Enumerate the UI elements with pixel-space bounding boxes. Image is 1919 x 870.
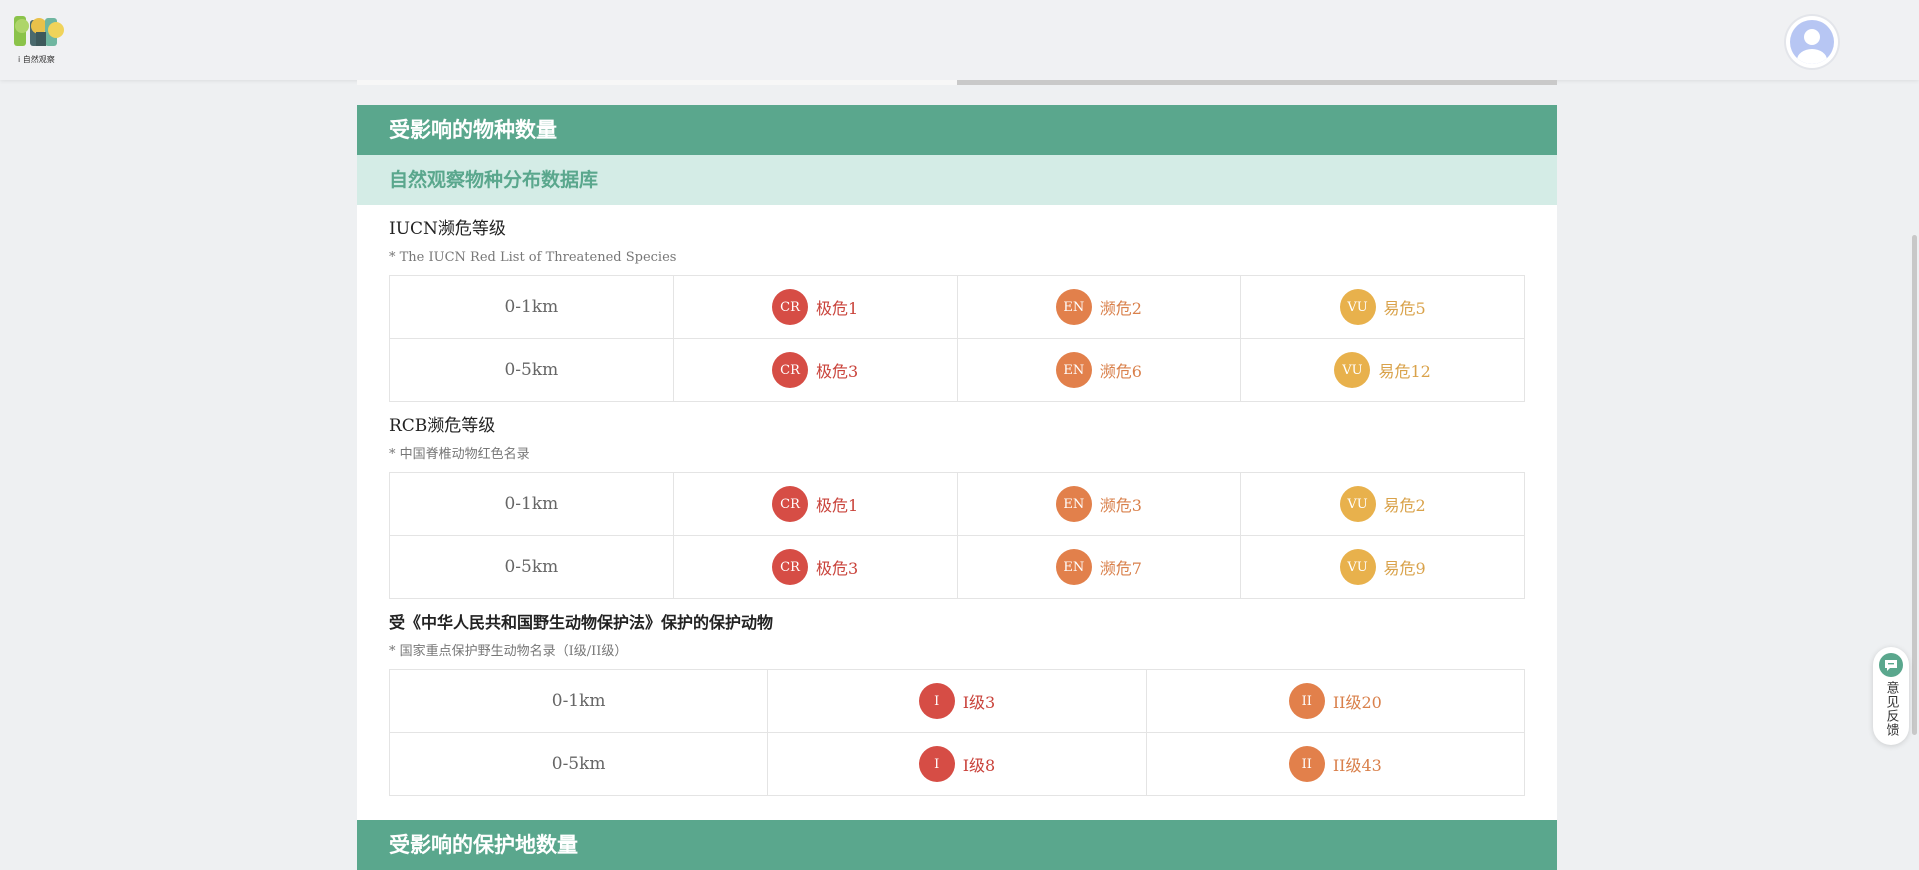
vu-badge: VU [1339, 289, 1376, 325]
vu-count: 易危2 [1383, 496, 1426, 515]
cr-count-cell[interactable]: CR 极危1 [672, 276, 957, 338]
vu-count-cell[interactable]: VU 易危2 [1240, 473, 1524, 535]
class-ii-count-cell[interactable]: II II级43 [1145, 733, 1524, 795]
user-avatar[interactable] [1786, 16, 1838, 68]
cr-badge: CR [772, 352, 809, 388]
class-i-count-cell[interactable]: I I级3 [767, 670, 1145, 732]
affected-protected-areas-title: 受影响的保护地数量 [357, 820, 1557, 870]
en-count: 濒危7 [1099, 559, 1142, 578]
table-row: 0-1km CR 极危1 EN 濒危2 VU 易危5 [390, 276, 1524, 338]
vu-badge: VU [1339, 549, 1376, 585]
range-cell: 0-1km [551, 691, 606, 711]
class-i-count: I级8 [962, 756, 996, 775]
vu-count-cell[interactable]: VU 易危12 [1240, 339, 1524, 401]
range-cell: 0-1km [504, 494, 559, 514]
rcb-table: 0-1km CR 极危1 EN 濒危3 VU 易危2 0-5km CR 极危3 EN 濒危… [389, 472, 1525, 599]
app-logo[interactable]: i 自然观察 [12, 14, 68, 66]
en-count: 濒危6 [1099, 362, 1142, 381]
cr-count: 极危1 [816, 496, 859, 515]
en-count-cell[interactable]: EN 濒危3 [956, 473, 1241, 535]
cr-count-cell[interactable]: CR 极危3 [672, 536, 957, 598]
en-count-cell[interactable]: EN 濒危6 [956, 339, 1241, 401]
tab-strip [357, 80, 1557, 85]
cr-count-cell[interactable]: CR 极危3 [672, 339, 957, 401]
cr-badge: CR [772, 289, 809, 325]
range-cell: 0-5km [504, 557, 559, 577]
class-i-count-cell[interactable]: I I级8 [767, 733, 1145, 795]
user-icon [1790, 20, 1834, 64]
logo-caption: i 自然观察 [18, 55, 55, 64]
cr-count: 极危3 [816, 362, 859, 381]
table-row: 0-5km CR 极危3 EN 濒危6 VU 易危12 [390, 338, 1524, 401]
en-count: 濒危2 [1099, 299, 1142, 318]
vu-count: 易危5 [1383, 299, 1426, 318]
rcb-note: * 中国脊椎动物红色名录 [389, 447, 530, 462]
en-count: 濒危3 [1099, 496, 1142, 515]
iucn-table: 0-1km CR 极危1 EN 濒危2 VU 易危5 0-5km CR 极危3 EN 濒危… [389, 275, 1525, 402]
page-scrollbar[interactable] [1910, 0, 1919, 855]
en-badge: EN [1055, 352, 1092, 388]
class-ii-badge: II [1288, 746, 1325, 782]
table-row: 0-5km CR 极危3 EN 濒危7 VU 易危9 [390, 535, 1524, 598]
table-row: 0-1km CR 极危1 EN 濒危3 VU 易危2 [390, 473, 1524, 535]
cr-count-cell[interactable]: CR 极危1 [672, 473, 957, 535]
cr-badge: CR [772, 486, 809, 522]
class-i-count: I级3 [962, 693, 996, 712]
protected-table: 0-1km I I级3 II II级20 0-5km I I级8 II II级43 [389, 669, 1525, 796]
tab-indicator-left[interactable] [357, 80, 957, 85]
vu-count-cell[interactable]: VU 易危5 [1240, 276, 1524, 338]
cr-count: 极危1 [816, 299, 859, 318]
cr-badge: CR [772, 549, 809, 585]
en-badge: EN [1055, 289, 1092, 325]
en-count-cell[interactable]: EN 濒危2 [956, 276, 1241, 338]
vu-badge: VU [1334, 352, 1371, 388]
vu-badge: VU [1339, 486, 1376, 522]
class-ii-count-cell[interactable]: II II级20 [1145, 670, 1524, 732]
table-row: 0-5km I I级8 II II级43 [390, 732, 1524, 795]
class-ii-badge: II [1288, 683, 1325, 719]
tab-indicator-right[interactable] [957, 80, 1557, 85]
table-row: 0-1km I I级3 II II级20 [390, 670, 1524, 732]
range-cell: 0-1km [504, 297, 559, 317]
chat-bubble-icon [1879, 653, 1903, 677]
cr-count: 极危3 [816, 559, 859, 578]
en-count-cell[interactable]: EN 濒危7 [956, 536, 1241, 598]
class-ii-count: II级43 [1332, 756, 1382, 775]
vu-count: 易危12 [1378, 362, 1431, 381]
protected-note: * 国家重点保护野生动物名录（I级/II级） [389, 644, 628, 659]
range-cell: 0-5km [551, 754, 606, 774]
database-title: 自然观察物种分布数据库 [357, 155, 1557, 205]
affected-species-panel: 受影响的物种数量 自然观察物种分布数据库 IUCN濒危等级 * The IUCN… [357, 105, 1557, 865]
top-header: i 自然观察 [0, 0, 1919, 80]
affected-species-title: 受影响的物种数量 [357, 105, 1557, 155]
feedback-button[interactable]: 意见反馈 [1873, 647, 1909, 745]
en-badge: EN [1055, 486, 1092, 522]
vu-count: 易危9 [1383, 559, 1426, 578]
class-i-badge: I [918, 683, 955, 719]
class-i-badge: I [918, 746, 955, 782]
en-badge: EN [1055, 549, 1092, 585]
feedback-label: 意见反馈 [1883, 681, 1899, 737]
vu-count-cell[interactable]: VU 易危9 [1240, 536, 1524, 598]
scrollbar-thumb[interactable] [1912, 235, 1917, 735]
iucn-note: * The IUCN Red List of Threatened Specie… [389, 250, 677, 265]
rcb-title: RCB濒危等级 [389, 416, 496, 436]
class-ii-count: II级20 [1332, 693, 1382, 712]
protected-title: 受《中华人民共和国野生动物保护法》保护的保护动物 [389, 613, 774, 632]
iucn-title: IUCN濒危等级 [389, 219, 506, 239]
range-cell: 0-5km [504, 360, 559, 380]
